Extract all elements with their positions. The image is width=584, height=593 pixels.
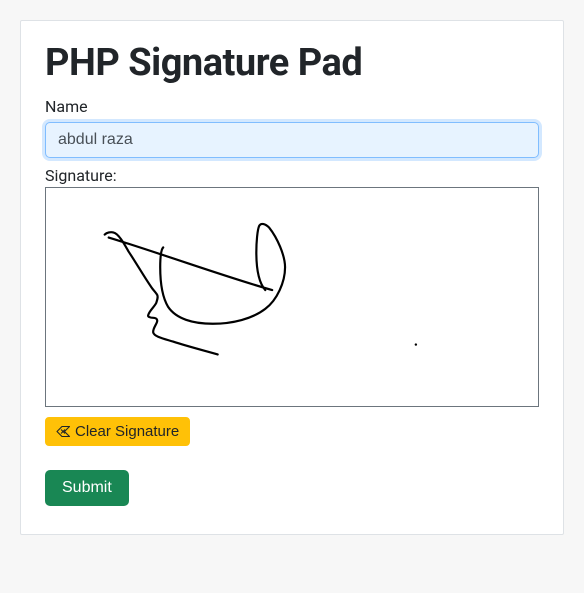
signature-drawing xyxy=(46,188,538,406)
eraser-icon xyxy=(56,425,71,438)
name-input[interactable] xyxy=(45,122,539,158)
name-label: Name xyxy=(45,97,539,116)
submit-button-label: Submit xyxy=(62,479,112,496)
clear-button-label: Clear Signature xyxy=(75,423,179,440)
signature-label: Signature: xyxy=(45,166,539,185)
submit-button[interactable]: Submit xyxy=(45,470,129,506)
signature-card: PHP Signature Pad Name Signature: Clear … xyxy=(20,20,564,535)
clear-signature-button[interactable]: Clear Signature xyxy=(45,417,190,446)
signature-pad[interactable] xyxy=(45,187,539,407)
page-title: PHP Signature Pad xyxy=(45,41,539,85)
